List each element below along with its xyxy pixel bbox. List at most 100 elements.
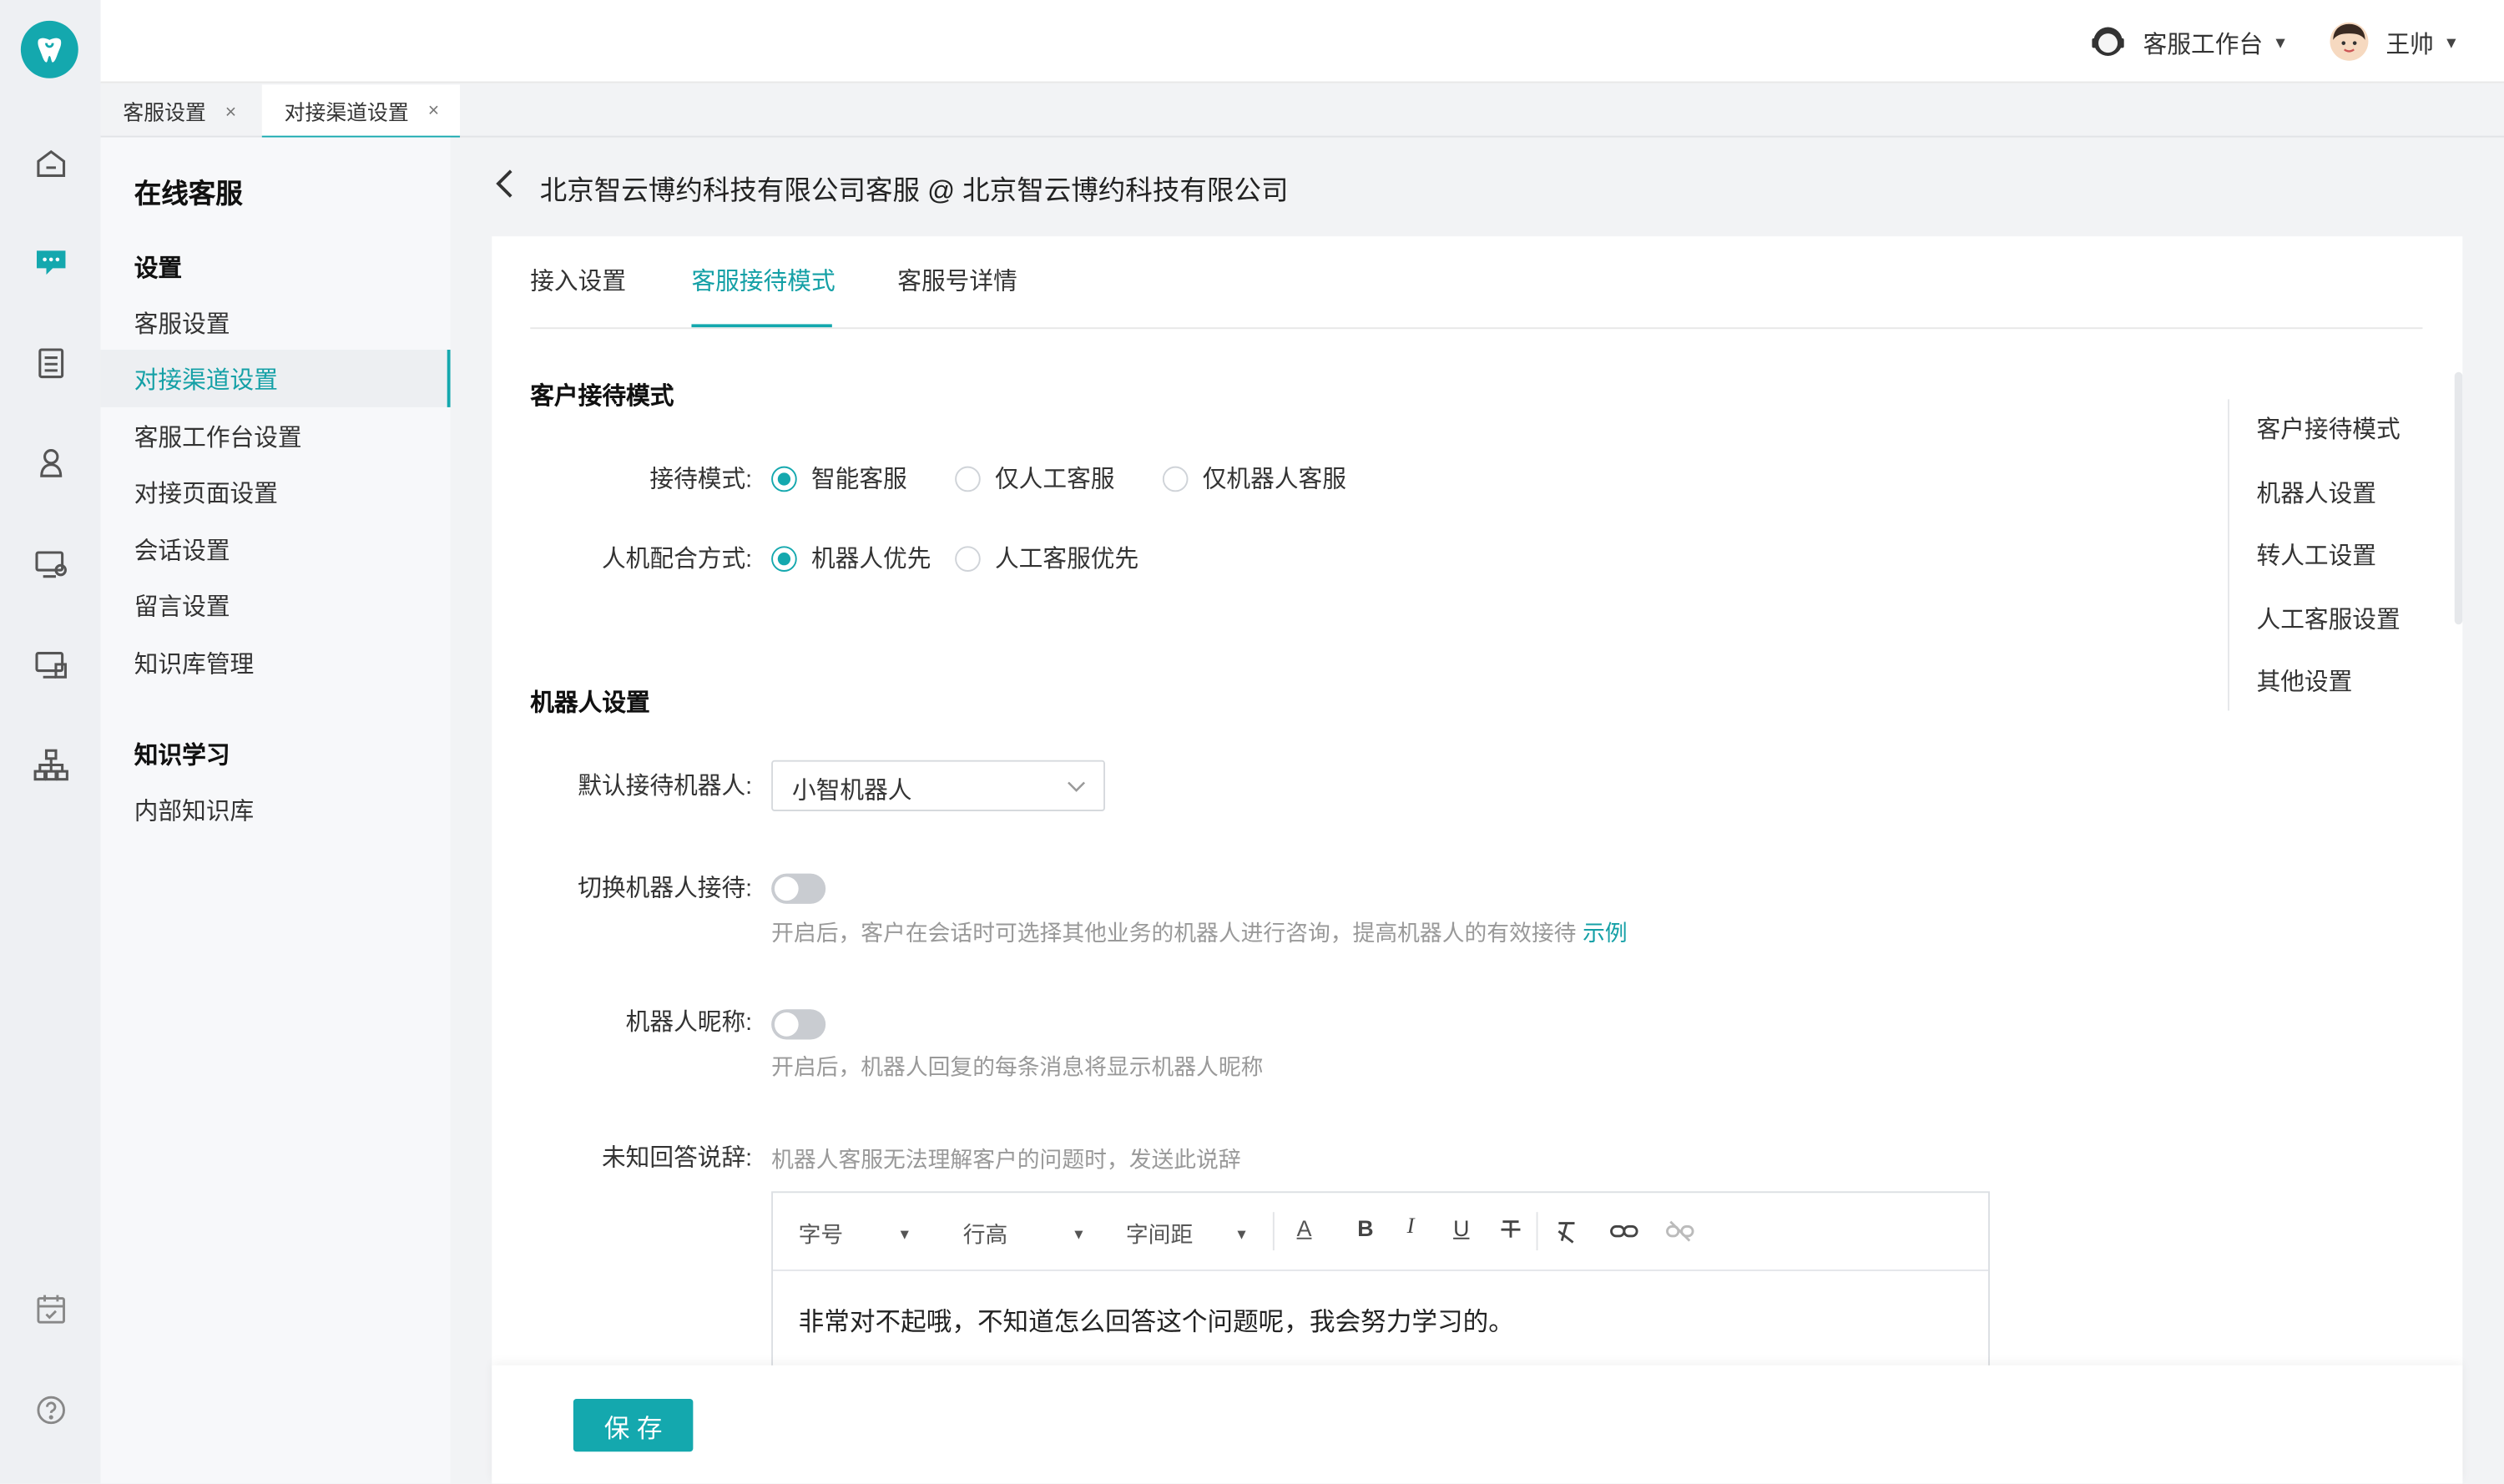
anchor-line: [2228, 399, 2229, 711]
font-color-icon[interactable]: A: [1297, 1215, 1312, 1241]
caret-down-icon: ▼: [1234, 1226, 1249, 1243]
page-tab-kefu-settings[interactable]: 客服设置 ×: [101, 84, 260, 137]
tab-account-details[interactable]: 客服号详情: [897, 264, 1017, 297]
italic-icon[interactable]: I: [1407, 1215, 1415, 1241]
caret-down-icon: ▼: [1071, 1226, 1086, 1243]
underline-icon[interactable]: U: [1453, 1215, 1469, 1241]
radio-label: 仅机器人客服: [1202, 466, 1346, 494]
line-height-label: 行高: [962, 1221, 1008, 1248]
radio-robot-only[interactable]: [1162, 466, 1189, 492]
monitor-doc-icon[interactable]: [26, 639, 77, 689]
avatar[interactable]: [2329, 21, 2370, 63]
coop-label: 人机配合方式:: [601, 546, 753, 573]
anchor-human-agent-settings[interactable]: 人工客服设置: [2256, 602, 2400, 635]
caret-down-icon: ▼: [2272, 35, 2289, 53]
caret-down-icon: ▼: [2443, 35, 2460, 53]
app-logo[interactable]: [20, 20, 78, 78]
link-icon[interactable]: [1610, 1220, 1638, 1250]
page-tabs: 客服设置 × 对接渠道设置 ×: [100, 84, 2504, 138]
document-list-icon[interactable]: [26, 337, 77, 388]
app-rail: [0, 0, 101, 1484]
sidebar-group-settings: 设置: [134, 255, 183, 283]
unknown-answer-hint: 机器人客服无法理解客户的问题时，发送此说辞: [771, 1146, 1241, 1173]
caret-down-icon: ▼: [897, 1226, 912, 1243]
radio-label: 仅人工客服: [994, 466, 1115, 494]
page-tab-label: 对接渠道设置: [284, 99, 409, 124]
sidebar-item-kefu-settings[interactable]: 客服设置: [101, 294, 451, 351]
radio-smart-service[interactable]: [771, 466, 797, 492]
headset-agent-icon: [2088, 21, 2129, 63]
sidebar-item-channel-settings[interactable]: 对接渠道设置: [100, 350, 451, 407]
radio-human-only[interactable]: [955, 466, 981, 492]
editor-toolbar: 字号 ▼ 行高 ▼ 字间距 ▼ A B I U: [773, 1193, 1989, 1271]
nickname-toggle[interactable]: [771, 1009, 826, 1040]
example-link[interactable]: 示例: [1583, 916, 1628, 948]
strikethrough-icon[interactable]: [1498, 1217, 1524, 1250]
nickname-label: 机器人昵称:: [625, 1009, 753, 1037]
letter-spacing-label: 字间距: [1125, 1221, 1194, 1248]
editor-content[interactable]: 非常对不起哦，不知道怎么回答这个问题呢，我会努力学习的。: [799, 1300, 1514, 1338]
anchor-reception-mode[interactable]: 客户接待模式: [2256, 412, 2400, 446]
section-title-reception: 客户接待模式: [530, 383, 674, 411]
sidebar-item-workbench-settings[interactable]: 客服工作台设置: [101, 407, 451, 465]
user-name: 王帅: [2385, 32, 2434, 59]
tab-access-settings[interactable]: 接入设置: [530, 264, 626, 297]
clear-format-icon[interactable]: [1554, 1219, 1580, 1252]
workbench-menu[interactable]: 客服工作台 ▼: [2143, 28, 2289, 61]
radio-robot-first[interactable]: [771, 546, 797, 572]
switch-robot-toggle[interactable]: [771, 873, 826, 904]
switch-robot-label: 切换机器人接待:: [578, 875, 753, 903]
chevron-down-icon: [1065, 775, 1088, 805]
close-icon[interactable]: ×: [225, 100, 236, 123]
unknown-answer-label: 未知回答说辞:: [601, 1144, 753, 1173]
font-size-select[interactable]: 字号 ▼: [799, 1219, 912, 1250]
org-chart-icon[interactable]: [26, 739, 77, 790]
switch-robot-hint-row: 开启后，客户在会话时可选择其他业务的机器人进行咨询，提高机器人的有效接待 示例: [771, 916, 1628, 948]
sidebar-group-learning: 知识学习: [134, 742, 230, 770]
unlink-icon[interactable]: [1666, 1220, 1694, 1250]
anchor-robot-settings[interactable]: 机器人设置: [2256, 476, 2376, 509]
bold-icon[interactable]: B: [1357, 1215, 1373, 1241]
default-robot-label: 默认接待机器人:: [578, 773, 753, 800]
sidebar-item-message-settings[interactable]: 留言设置: [101, 577, 451, 634]
back-icon[interactable]: [492, 163, 517, 214]
radio-label: 智能客服: [810, 466, 907, 494]
user-menu[interactable]: 王帅 ▼: [2385, 28, 2459, 61]
scrollbar-thumb[interactable]: [2454, 371, 2463, 625]
settings-sidebar: 在线客服 设置 客服设置 对接渠道设置 客服工作台设置 对接页面设置 会话设置 …: [100, 137, 451, 1484]
sidebar-title: 在线客服: [134, 179, 243, 209]
letter-spacing-select[interactable]: 字间距 ▼: [1126, 1219, 1249, 1250]
sidebar-item-kb-management[interactable]: 知识库管理: [101, 634, 451, 692]
close-icon[interactable]: ×: [428, 99, 439, 122]
radio-label: 人工客服优先: [994, 546, 1139, 573]
person-icon[interactable]: [26, 437, 77, 488]
save-button[interactable]: 保 存: [573, 1399, 694, 1452]
radio-label: 机器人优先: [810, 546, 931, 573]
toolbar-divider: [1536, 1212, 1538, 1251]
monitor-user-icon[interactable]: [26, 538, 77, 589]
sidebar-item-internal-kb[interactable]: 内部知识库: [101, 781, 451, 839]
chat-icon[interactable]: [26, 236, 77, 287]
home-icon[interactable]: [26, 138, 77, 189]
nickname-hint: 开启后，机器人回复的每条消息将显示机器人昵称: [771, 1053, 1264, 1080]
calendar-icon[interactable]: [26, 1284, 77, 1335]
sidebar-item-session-settings[interactable]: 会话设置: [101, 521, 451, 578]
page-tab-channel-settings[interactable]: 对接渠道设置 ×: [261, 84, 461, 138]
switch-robot-hint: 开启后，客户在会话时可选择其他业务的机器人进行咨询，提高机器人的有效接待: [771, 920, 1577, 946]
help-icon[interactable]: [26, 1385, 77, 1436]
radio-human-first[interactable]: [955, 546, 981, 572]
default-robot-select[interactable]: 小智机器人: [771, 760, 1106, 811]
page-title: 北京智云博约科技有限公司客服 @ 北京智云博约科技有限公司: [539, 175, 1289, 206]
rich-text-editor: 字号 ▼ 行高 ▼ 字间距 ▼ A B I U 非常对不起哦，不知道怎么回答这个问题呢…: [771, 1191, 1990, 1383]
workbench-label: 客服工作台: [2143, 32, 2264, 59]
line-height-select[interactable]: 行高 ▼: [963, 1219, 1086, 1250]
sidebar-item-page-settings[interactable]: 对接页面设置: [101, 463, 451, 521]
toolbar-divider: [1272, 1212, 1275, 1251]
section-title-robot: 机器人设置: [530, 689, 650, 718]
anchor-transfer-settings[interactable]: 转人工设置: [2256, 538, 2376, 572]
tabs-divider: [530, 327, 2423, 330]
footer-bar: [492, 1365, 2463, 1484]
tab-reception-mode[interactable]: 客服接待模式: [691, 264, 835, 297]
mode-label: 接待模式:: [649, 466, 753, 494]
anchor-other-settings[interactable]: 其他设置: [2256, 664, 2352, 698]
